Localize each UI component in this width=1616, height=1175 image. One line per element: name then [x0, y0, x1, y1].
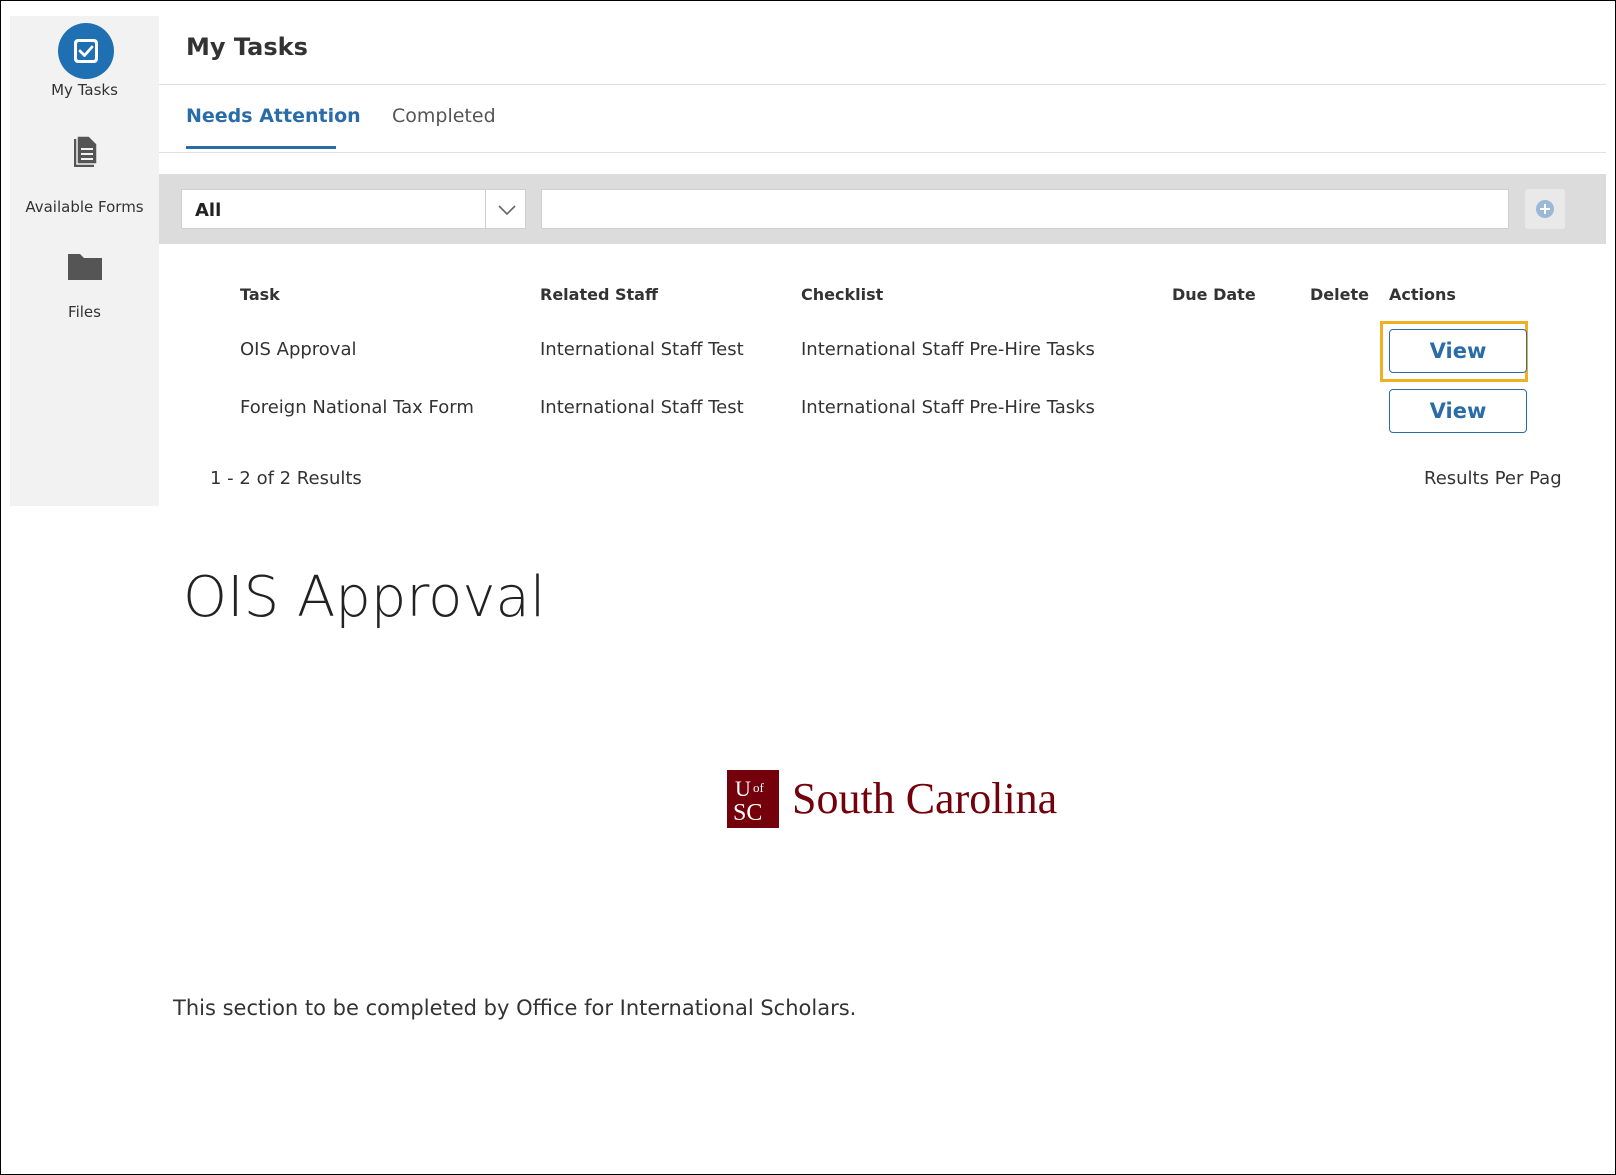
university-seal-icon: U of SC [727, 770, 779, 828]
results-per-page-label: Results Per Pag [1424, 468, 1562, 489]
related-staff-cell: International Staff Test [540, 397, 744, 418]
chevron-down-icon [498, 205, 516, 216]
task-cell: Foreign National Tax Form [240, 397, 474, 418]
page-title: My Tasks [186, 33, 308, 61]
view-button[interactable]: View [1389, 389, 1527, 433]
checklist-cell: International Staff Pre-Hire Tasks [801, 397, 1095, 418]
folder-icon [68, 254, 102, 280]
search-input[interactable] [541, 189, 1509, 229]
task-filter-value: All [195, 200, 222, 221]
tabs-divider [159, 152, 1606, 153]
svg-text:SC: SC [733, 800, 762, 826]
form-title: OIS Approval [183, 565, 546, 630]
column-header-related-staff: Related Staff [540, 285, 658, 304]
filter-bar: All [159, 174, 1606, 244]
sidebar-item-files[interactable]: Files [10, 241, 159, 326]
checklist-cell: International Staff Pre-Hire Tasks [801, 339, 1095, 360]
task-cell: OIS Approval [240, 339, 357, 360]
column-header-delete: Delete [1310, 285, 1369, 304]
checkbox-icon [74, 39, 98, 63]
task-filter-select[interactable]: All [181, 189, 526, 229]
svg-text:U: U [735, 776, 751, 801]
plus-circle-icon [1536, 200, 1554, 218]
column-header-task: Task [240, 285, 280, 304]
document-icon [74, 136, 98, 167]
logo-text: South Carolina [792, 774, 1058, 823]
sidebar-item-my-tasks[interactable]: My Tasks [10, 23, 159, 118]
column-header-actions: Actions [1389, 285, 1456, 304]
sidebar: My Tasks Available Forms Files [10, 16, 159, 506]
my-tasks-badge [58, 23, 114, 79]
sidebar-item-label: Files [68, 303, 101, 321]
sidebar-item-label: Available Forms [25, 198, 144, 216]
active-tab-indicator [186, 146, 336, 149]
svg-text:of: of [753, 780, 765, 795]
header-divider [159, 84, 1606, 85]
column-header-due-date: Due Date [1172, 285, 1256, 304]
column-header-checklist: Checklist [801, 285, 884, 304]
related-staff-cell: International Staff Test [540, 339, 744, 360]
tab-completed[interactable]: Completed [392, 105, 496, 127]
results-count: 1 - 2 of 2 Results [210, 468, 362, 489]
add-button[interactable] [1525, 189, 1565, 229]
select-divider [485, 190, 486, 228]
view-button[interactable]: View [1389, 329, 1527, 373]
sidebar-item-label: My Tasks [51, 81, 118, 99]
section-note: This section to be completed by Office f… [173, 996, 857, 1020]
tab-needs-attention[interactable]: Needs Attention [186, 105, 361, 127]
sidebar-item-available-forms[interactable]: Available Forms [10, 136, 159, 226]
